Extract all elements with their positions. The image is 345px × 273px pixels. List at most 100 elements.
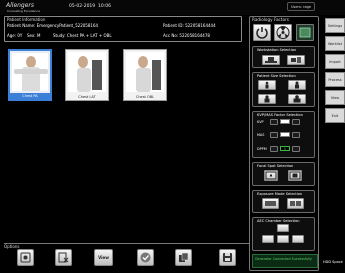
workstation-table-button[interactable] [262, 55, 280, 65]
person-medium-icon [295, 81, 299, 89]
tab-exit[interactable]: Exit [325, 108, 345, 123]
dppm-decrease-button[interactable] [270, 146, 278, 152]
aec-left-chamber[interactable] [262, 235, 274, 243]
focal-large-icon [289, 171, 301, 180]
patient-sex-value: M [36, 33, 41, 38]
focal-large-button[interactable] [288, 170, 302, 181]
chest-pa-image [12, 53, 48, 91]
bucky-icon [291, 57, 301, 63]
dppm-input[interactable]: 0 [280, 146, 290, 151]
options-bar: Options [4, 243, 249, 270]
kvp-input[interactable] [280, 119, 290, 124]
tab-settings[interactable]: Settings [325, 18, 345, 33]
kvp-label: KVP [257, 120, 264, 124]
exposure-mode-2-icon [290, 201, 301, 206]
copy-pages-button[interactable] [175, 249, 192, 266]
power-icon [256, 27, 268, 39]
patient-sex-field: Sex: M [27, 33, 40, 38]
patient-name-label: Patient Name: [7, 23, 36, 28]
patient-age-label: Age: [7, 33, 17, 38]
size-medium-button[interactable] [288, 80, 306, 90]
image-view-button[interactable] [296, 24, 314, 41]
focal-spot-selection: Focal Spot Selection [252, 162, 315, 186]
image-frame-icon [299, 27, 311, 38]
accept-button[interactable] [137, 249, 154, 266]
patient-id-label: Patient ID: [163, 23, 184, 28]
person-small-icon [265, 81, 269, 89]
dppm-label: DPPM [257, 147, 267, 151]
power-button[interactable] [253, 24, 271, 41]
tab-process[interactable]: Process [325, 72, 345, 87]
patient-info-panel: Patient Information Patient Name: Emerge… [4, 16, 242, 42]
aec-right-chamber[interactable] [292, 235, 304, 243]
exposure-mode-title: Exposure Mode Selection [257, 192, 303, 196]
exposure-mode-1-button[interactable] [262, 198, 279, 209]
focal-spot-title: Focal Spot Selection [257, 164, 294, 168]
focal-small-button[interactable] [264, 170, 278, 181]
check-icon [140, 252, 151, 263]
mas-increase-button[interactable] [292, 132, 300, 138]
delete-image-button[interactable] [55, 249, 72, 266]
thumbnail-caption: Chest PA [10, 93, 50, 99]
study-field: Study: Chest PA + LAT + OBL [53, 33, 112, 38]
radiation-button[interactable] [274, 24, 292, 41]
chest-lat-figure-icon [68, 52, 106, 92]
app-logo-tagline: Innovating Excellence [7, 9, 40, 13]
user-indicator[interactable]: Users: rage [287, 2, 315, 11]
kvp-decrease-button[interactable] [270, 119, 278, 125]
thumbnail-caption: Chest LAT [78, 95, 96, 99]
study-value: Chest PA + LAT + OBL [66, 33, 112, 38]
thumbnail-chest-lat[interactable]: Chest LAT [65, 49, 109, 101]
patient-id-field: Patient ID: 522058164444 [163, 23, 216, 28]
person-large-icon [264, 95, 270, 103]
thumbnail-caption: Chest OBL [135, 95, 155, 99]
workstation-title: Workstation Selection [257, 48, 297, 52]
date-text: 05-02-2019 [69, 4, 96, 9]
patient-age-value: 0Y [17, 33, 23, 38]
aec-chamber-title: AEC Chamber Selection [257, 219, 300, 223]
generator-status: Generator Connected Successfully [252, 254, 318, 268]
radiation-icon [276, 26, 290, 39]
delete-image-icon [58, 252, 69, 263]
exposure-mode-1-icon [265, 201, 276, 206]
thumbnail-chest-pa[interactable]: Chest PA [8, 49, 52, 101]
size-xlarge-button[interactable] [288, 94, 306, 104]
save-disk-icon [223, 253, 232, 262]
tab-view[interactable]: View [325, 90, 345, 105]
kvp-increase-button[interactable] [292, 119, 300, 125]
patient-size-title: Patient Size Selection [257, 74, 296, 78]
hdd-space-label: HDD Space [323, 260, 343, 264]
view-button[interactable]: View [94, 249, 113, 266]
aec-center-chamber[interactable] [277, 235, 289, 243]
top-bar: Allengers Innovating Excellence 05-02-20… [0, 0, 345, 15]
radiology-title: Radiology Factors [252, 17, 289, 22]
app-logo: Allengers [6, 2, 35, 9]
aec-chamber-selection: AEC Chamber Selection [252, 217, 315, 251]
mas-decrease-button[interactable] [270, 132, 278, 138]
focal-small-icon [265, 171, 277, 180]
acquire-button[interactable] [17, 249, 34, 266]
person-xlarge-icon [293, 95, 301, 103]
save-button[interactable] [219, 249, 236, 266]
time-text: 10:06 [98, 4, 111, 9]
patient-sex-label: Sex: [27, 33, 36, 38]
study-label: Study: [53, 33, 66, 38]
size-large-button[interactable] [258, 94, 276, 104]
chest-lat-image [68, 52, 106, 92]
workstation-bucky-button[interactable] [287, 55, 305, 65]
exposure-mode-2-button[interactable] [287, 198, 304, 209]
thumbnail-chest-obl[interactable]: Chest OBL [123, 49, 167, 101]
aec-top-chamber[interactable] [277, 224, 289, 232]
accession-field: Acc No: 522058164478 [163, 33, 210, 38]
date-time: 05-02-2019 10:06 [69, 4, 111, 9]
chest-pa-figure-icon [12, 53, 48, 91]
tab-worklist[interactable]: Worklist [325, 36, 345, 51]
mas-label: MAS [257, 133, 265, 137]
view-icon: View [98, 255, 109, 260]
acquire-icon [20, 252, 31, 263]
kvp-mas-title: KVP/MAS Factor Selection [257, 113, 303, 117]
mas-input[interactable] [280, 132, 290, 137]
tab-import[interactable]: Import [325, 54, 345, 69]
size-small-button[interactable] [258, 80, 276, 90]
dppm-increase-button[interactable] [292, 146, 300, 152]
